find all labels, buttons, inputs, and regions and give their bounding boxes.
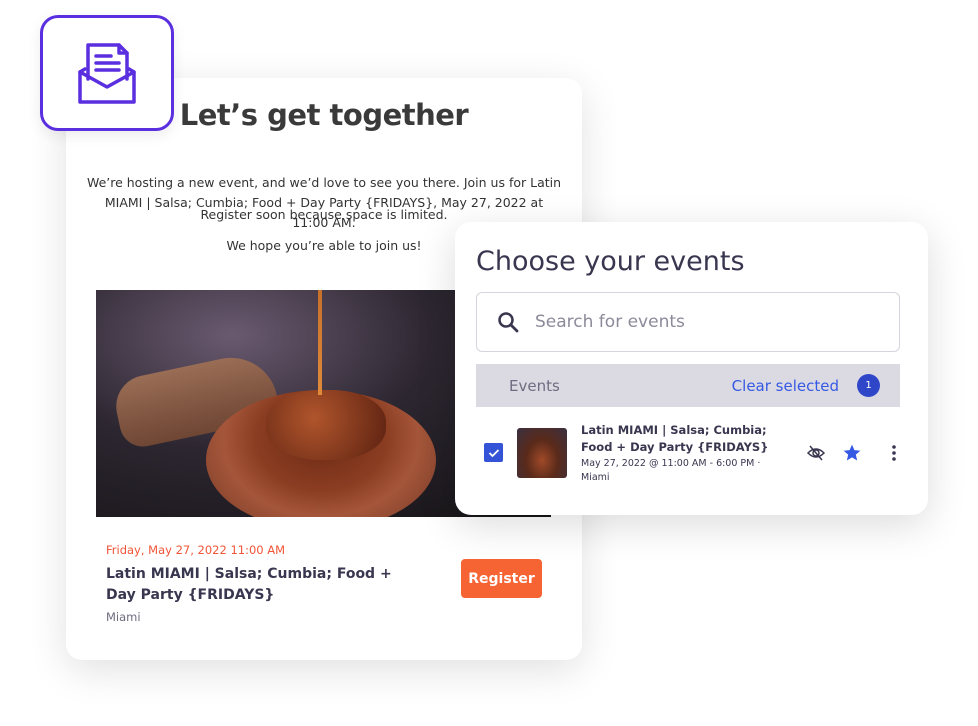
panel-title: Choose your events [476, 246, 745, 277]
event-date: Friday, May 27, 2022 11:00 AM [106, 543, 286, 557]
event-title: Latin MIAMI | Salsa; Cumbia; Food + Day … [106, 566, 392, 603]
event-item-title: Latin MIAMI | Salsa; Cumbia; Food + Day … [581, 423, 769, 454]
event-item-meta: May 27, 2022 @ 11:00 AM - 6:00 PM · Miam… [581, 458, 761, 483]
check-icon [488, 448, 499, 457]
selected-count-badge: 1 [857, 374, 880, 397]
eye-off-icon[interactable] [806, 443, 826, 463]
events-list-header: Events Clear selected 1 [476, 364, 900, 407]
search-icon [498, 312, 519, 333]
search-box[interactable] [476, 292, 900, 352]
event-list-item[interactable]: Latin MIAMI | Salsa; Cumbia; Food + Day … [476, 419, 900, 489]
register-button[interactable]: Register [461, 559, 542, 598]
event-location: Miami [106, 610, 141, 624]
clear-selected-link[interactable]: Clear selected [732, 377, 839, 395]
choose-events-panel: Choose your events Events Clear selected… [455, 222, 928, 515]
search-input[interactable] [535, 312, 875, 332]
email-badge [40, 15, 174, 131]
envelope-letter-icon [78, 43, 136, 104]
more-options-icon[interactable] [884, 443, 904, 463]
event-thumbnail [517, 428, 567, 478]
events-header-label: Events [509, 376, 560, 395]
star-icon[interactable] [842, 443, 862, 463]
event-checkbox[interactable] [484, 443, 503, 462]
